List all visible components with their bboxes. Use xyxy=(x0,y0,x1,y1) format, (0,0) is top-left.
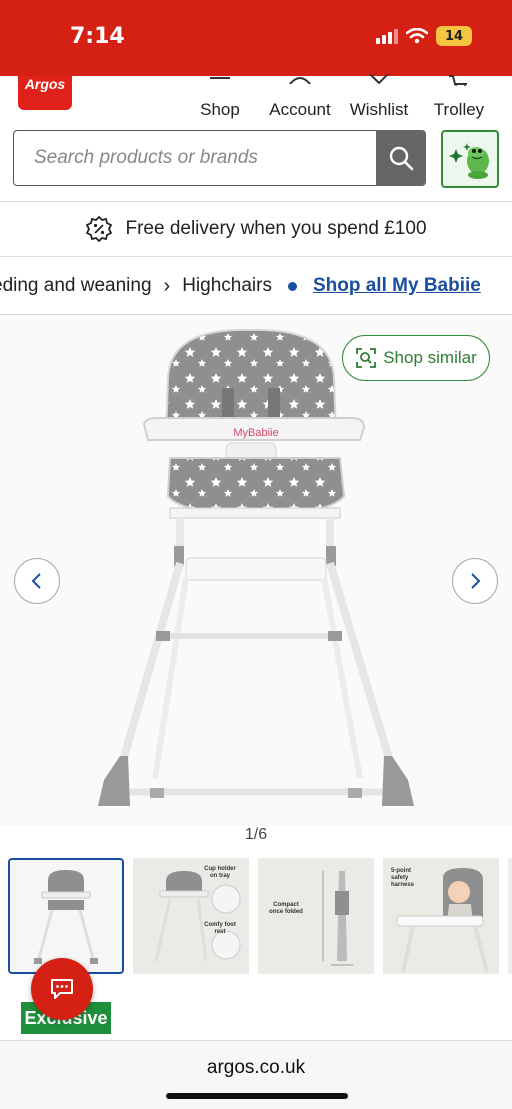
shop-similar-button[interactable]: Shop similar xyxy=(342,335,490,381)
chevron-right-icon xyxy=(471,573,481,589)
image-counter: 1/6 xyxy=(244,826,268,843)
heart-icon xyxy=(369,74,389,84)
mascot-button[interactable] xyxy=(441,130,499,188)
promo-text: Free delivery when you spend £100 xyxy=(125,218,427,239)
divider xyxy=(0,256,512,257)
thumbnail-caption: Compact once folded xyxy=(269,902,303,916)
search-row xyxy=(13,130,499,188)
thumbnail-1[interactable] xyxy=(8,858,124,974)
nav-trolley[interactable]: Trolley xyxy=(431,75,487,120)
thumbnail-2[interactable]: Cup holder on tray Comfy foot rest xyxy=(133,858,249,974)
brand-text-on-tray: MyBabiie xyxy=(233,427,278,439)
nav-shop[interactable]: Shop xyxy=(196,76,244,120)
chevron-left-icon xyxy=(31,573,41,589)
highchair-thumbnail-image xyxy=(34,870,98,964)
next-image-button[interactable] xyxy=(452,558,498,604)
thumbnail-3[interactable]: Compact once folded xyxy=(258,858,374,974)
wifi-icon xyxy=(406,28,428,44)
battery-indicator: 14 xyxy=(436,26,472,46)
free-delivery-banner[interactable]: Free delivery when you spend £100 xyxy=(0,203,512,255)
dot-icon xyxy=(287,281,297,291)
status-time: 7:14 xyxy=(70,24,125,49)
browser-bottom-bar: argos.co.uk xyxy=(0,1040,512,1109)
status-icons: 14 xyxy=(376,26,472,46)
thumbnail-caption: Cup holder on tray xyxy=(204,866,236,880)
breadcrumb-item[interactable]: eding and weaning xyxy=(0,275,152,297)
breadcrumb-item[interactable]: Highchairs xyxy=(182,275,272,297)
user-icon xyxy=(289,77,311,84)
site-header: Argos Shop Account Wishlist Trolley xyxy=(0,74,512,122)
nav-label: Trolley xyxy=(433,100,485,119)
nav-account[interactable]: Account xyxy=(265,76,335,120)
search-button[interactable] xyxy=(376,130,426,186)
chat-button[interactable] xyxy=(31,958,93,1020)
argos-logo[interactable]: Argos xyxy=(18,76,72,110)
shop-similar-label: Shop similar xyxy=(383,348,477,367)
status-bar: 7:14 14 xyxy=(0,0,512,76)
search-input[interactable] xyxy=(14,131,377,185)
search-box xyxy=(13,130,377,186)
divider xyxy=(0,201,512,202)
thumbnail-5[interactable] xyxy=(508,858,512,974)
signal-icon xyxy=(376,28,398,44)
divider xyxy=(0,314,512,315)
thumbnail-caption: 5-point safety harness xyxy=(391,868,415,889)
percent-badge-icon xyxy=(86,215,113,243)
chat-icon xyxy=(51,979,73,999)
thumbnail-strip: Cup holder on tray Comfy foot rest Compa… xyxy=(8,858,512,978)
breadcrumb: eding and weaning › Highchairs Shop all … xyxy=(0,262,512,310)
thumbnail-caption: Comfy foot rest xyxy=(204,922,236,936)
home-indicator[interactable] xyxy=(166,1093,348,1099)
search-icon xyxy=(389,146,414,171)
visual-search-icon xyxy=(356,348,377,368)
nav-wishlist[interactable]: Wishlist xyxy=(346,74,412,120)
menu-icon xyxy=(210,77,230,79)
previous-image-button[interactable] xyxy=(14,558,60,604)
nav-label: Wishlist xyxy=(349,100,409,119)
chevron-right-icon: › xyxy=(163,274,171,297)
nav-label: Account xyxy=(269,100,331,119)
trolley-icon xyxy=(449,75,467,86)
mascot-icon xyxy=(449,143,489,179)
thumbnail-4[interactable]: 5-point safety harness xyxy=(383,858,499,974)
url-bar[interactable]: argos.co.uk xyxy=(0,1057,512,1079)
product-image-carousel[interactable]: MyBabiie xyxy=(0,318,512,826)
highchair-image: MyBabiie xyxy=(98,328,414,806)
shop-all-brand-link[interactable]: Shop all My Babiie xyxy=(313,275,481,297)
nav-label: Shop xyxy=(200,100,240,119)
